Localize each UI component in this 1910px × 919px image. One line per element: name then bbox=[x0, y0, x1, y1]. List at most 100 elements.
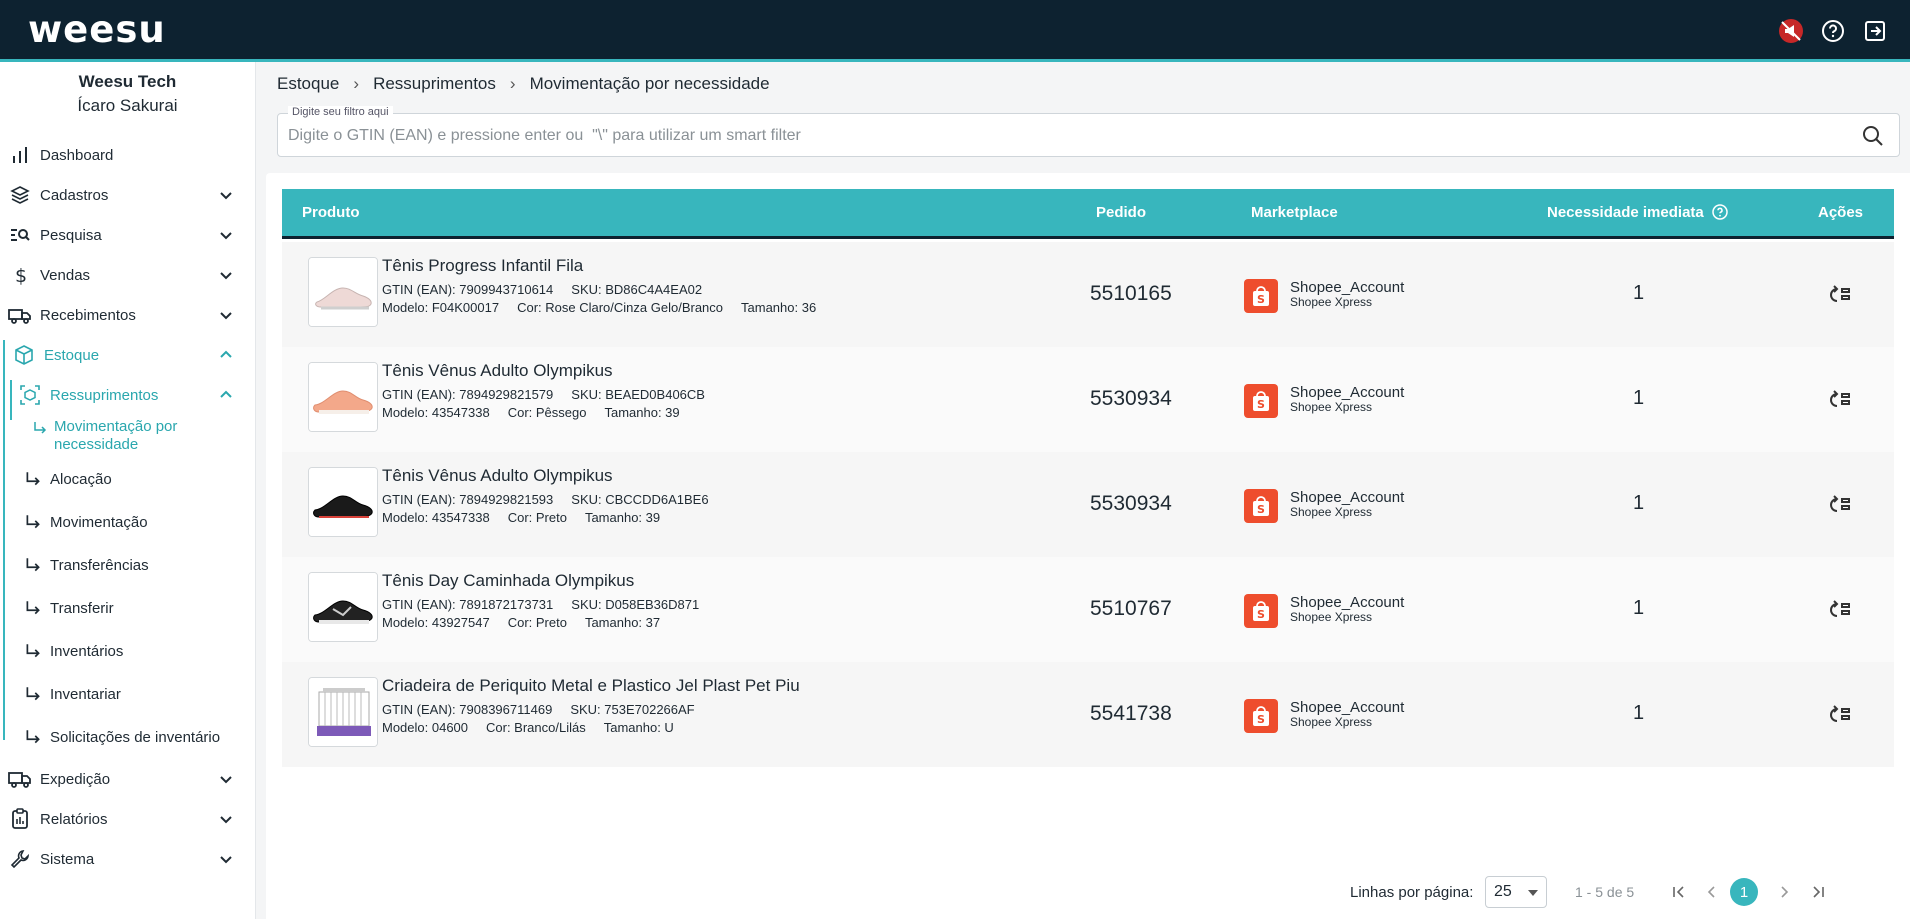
product-ids: GTIN (EAN): 7908396711469 SKU: 753E702266… bbox=[382, 702, 713, 717]
sub-arrow-icon bbox=[26, 558, 40, 572]
breadcrumb-item[interactable]: Estoque bbox=[277, 74, 339, 94]
sidebar-item-dashboard[interactable]: Dashboard bbox=[0, 138, 256, 172]
move-stock-icon[interactable] bbox=[1828, 599, 1852, 621]
chevron-down-icon bbox=[220, 192, 232, 200]
product-image[interactable] bbox=[308, 362, 378, 432]
chevron-right-icon: › bbox=[353, 74, 360, 93]
sidebar-sub-movimentacao[interactable]: Movimentação bbox=[0, 507, 256, 537]
marketplace-service: Shopee Xpress bbox=[1290, 610, 1373, 624]
sidebar-item-label: Recebimentos bbox=[40, 306, 136, 324]
marketplace-service: Shopee Xpress bbox=[1290, 400, 1373, 414]
pagination: Linhas por página: 25 1 - 5 de 5 1 bbox=[1350, 872, 1910, 912]
sidebar-sub-inventariar[interactable]: Inventariar bbox=[0, 679, 256, 709]
rows-per-page-select[interactable]: 25 bbox=[1485, 876, 1547, 908]
product-name: Tênis Progress Infantil Fila bbox=[382, 256, 584, 275]
product-gtin: GTIN (EAN): 7891872173731 bbox=[382, 597, 554, 612]
product-model: Modelo: F04K00017 bbox=[382, 300, 500, 315]
product-color: Cor: Preto bbox=[507, 615, 567, 630]
sidebar-item-ressuprimentos[interactable]: Ressuprimentos bbox=[0, 378, 256, 412]
marketplace-service: Shopee Xpress bbox=[1290, 505, 1373, 519]
move-stock-icon[interactable] bbox=[1828, 494, 1852, 516]
col-marketplace[interactable]: Marketplace bbox=[1251, 204, 1338, 221]
sidebar-item-estoque[interactable]: Estoque bbox=[0, 338, 256, 372]
megaphone-muted-icon[interactable] bbox=[1776, 16, 1806, 46]
breadcrumb-current: Movimentação por necessidade bbox=[529, 74, 770, 93]
company-name: Weesu Tech bbox=[78, 72, 177, 91]
order-number: 5510165 bbox=[1090, 282, 1172, 305]
search-icon[interactable] bbox=[1861, 124, 1885, 148]
product-size: Tamanho: 37 bbox=[584, 615, 661, 630]
sidebar-sub-label: Movimentação por necessidade bbox=[54, 418, 178, 453]
top-actions bbox=[1776, 16, 1890, 46]
product-attrs: Modelo: 43927547 Cor: Preto Tamanho: 37 bbox=[382, 615, 678, 630]
svg-text:S: S bbox=[1257, 713, 1265, 726]
sidebar-item-vendas[interactable]: $ Vendas bbox=[0, 258, 256, 292]
product-attrs: Modelo: F04K00017 Cor: Rose Claro/Cinza G… bbox=[382, 300, 834, 315]
sidebar-item-label: Vendas bbox=[40, 266, 91, 284]
move-stock-icon[interactable] bbox=[1828, 704, 1852, 726]
product-sku: SKU: BD86C4A4EA02 bbox=[571, 282, 703, 297]
sidebar-item-relatorios[interactable]: Relatórios bbox=[0, 802, 256, 836]
move-stock-icon[interactable] bbox=[1828, 389, 1852, 411]
sidebar-sub-transferir[interactable]: Transferir bbox=[0, 593, 256, 623]
product-image[interactable] bbox=[308, 572, 378, 642]
filter-input[interactable] bbox=[288, 124, 1828, 148]
sidebar-sub-alocacao[interactable]: Alocação bbox=[0, 464, 256, 494]
logout-icon[interactable] bbox=[1860, 16, 1890, 46]
sidebar-item-recebimentos[interactable]: Recebimentos bbox=[0, 298, 256, 332]
shopee-logo-icon: S bbox=[1244, 279, 1278, 313]
product-image[interactable] bbox=[308, 467, 378, 537]
sidebar-sub-label: Alocação bbox=[50, 470, 112, 488]
prev-page-button[interactable] bbox=[1700, 880, 1724, 904]
sidebar-item-pesquisa[interactable]: Pesquisa bbox=[0, 218, 256, 252]
order-number: 5541738 bbox=[1090, 702, 1172, 725]
sidebar-sub-label: Transferências bbox=[50, 556, 149, 574]
sub-arrow-icon bbox=[26, 515, 40, 529]
col-order[interactable]: Pedido bbox=[1096, 204, 1146, 221]
need-value: 1 bbox=[1633, 387, 1645, 409]
filter-box: Digite seu filtro aqui bbox=[277, 106, 1900, 157]
svg-text:S: S bbox=[1257, 503, 1265, 516]
product-image[interactable] bbox=[308, 677, 378, 747]
chevron-down-icon bbox=[220, 856, 232, 864]
last-page-button[interactable] bbox=[1806, 880, 1830, 904]
sidebar-item-cadastros[interactable]: Cadastros bbox=[0, 178, 256, 212]
product-size: Tamanho: U bbox=[603, 720, 674, 735]
weesu-logo[interactable]: weesu bbox=[28, 8, 166, 51]
breadcrumb-item[interactable]: Ressuprimentos bbox=[373, 74, 496, 94]
product-image[interactable] bbox=[308, 257, 378, 327]
sidebar-item-label: Cadastros bbox=[40, 186, 109, 204]
move-stock-icon[interactable] bbox=[1828, 284, 1852, 306]
product-model: Modelo: 04600 bbox=[382, 720, 469, 735]
next-page-button[interactable] bbox=[1772, 880, 1796, 904]
product-attrs: Modelo: 43547338 Cor: Preto Tamanho: 39 bbox=[382, 510, 678, 525]
sidebar-sub-active[interactable]: Movimentação por necessidade bbox=[30, 418, 250, 454]
chevron-down-icon bbox=[220, 776, 232, 784]
truck-icon bbox=[8, 767, 32, 791]
sidebar-item-sistema[interactable]: Sistema bbox=[0, 842, 256, 876]
product-ids: GTIN (EAN): 7894929821593 SKU: CBCCDD6A1B… bbox=[382, 492, 727, 507]
help-icon[interactable] bbox=[1712, 204, 1728, 220]
help-icon[interactable] bbox=[1818, 16, 1848, 46]
sidebar-sub-label: Movimentação bbox=[50, 513, 148, 531]
chevron-down-icon bbox=[220, 312, 232, 320]
sidebar-sub-inventarios[interactable]: Inventários bbox=[0, 636, 256, 666]
current-page[interactable]: 1 bbox=[1730, 878, 1758, 906]
product-gtin: GTIN (EAN): 7894929821579 bbox=[382, 387, 554, 402]
need-value: 1 bbox=[1633, 597, 1645, 619]
sidebar: Weesu Tech Ícaro Sakurai Dashboard Cadas… bbox=[0, 62, 256, 919]
product-sku: SKU: BEAED0B406CB bbox=[571, 387, 705, 402]
truck-icon bbox=[8, 303, 32, 327]
sidebar-sub-transferencias[interactable]: Transferências bbox=[0, 550, 256, 580]
first-page-button[interactable] bbox=[1667, 880, 1691, 904]
need-value: 1 bbox=[1633, 282, 1645, 304]
product-sku: SKU: CBCCDD6A1BE6 bbox=[571, 492, 709, 507]
shopee-logo-icon: S bbox=[1244, 594, 1278, 628]
sidebar-sub-solicitacoes[interactable]: Solicitações de inventário bbox=[0, 722, 256, 752]
sidebar-item-label: Expedição bbox=[40, 770, 111, 788]
col-product: Produto bbox=[302, 204, 360, 221]
sidebar-item-expedicao[interactable]: Expedição bbox=[0, 762, 256, 796]
product-model: Modelo: 43547338 bbox=[382, 510, 490, 525]
marketplace-account: Shopee_Account bbox=[1290, 489, 1405, 506]
shopee-logo-icon: S bbox=[1244, 489, 1278, 523]
